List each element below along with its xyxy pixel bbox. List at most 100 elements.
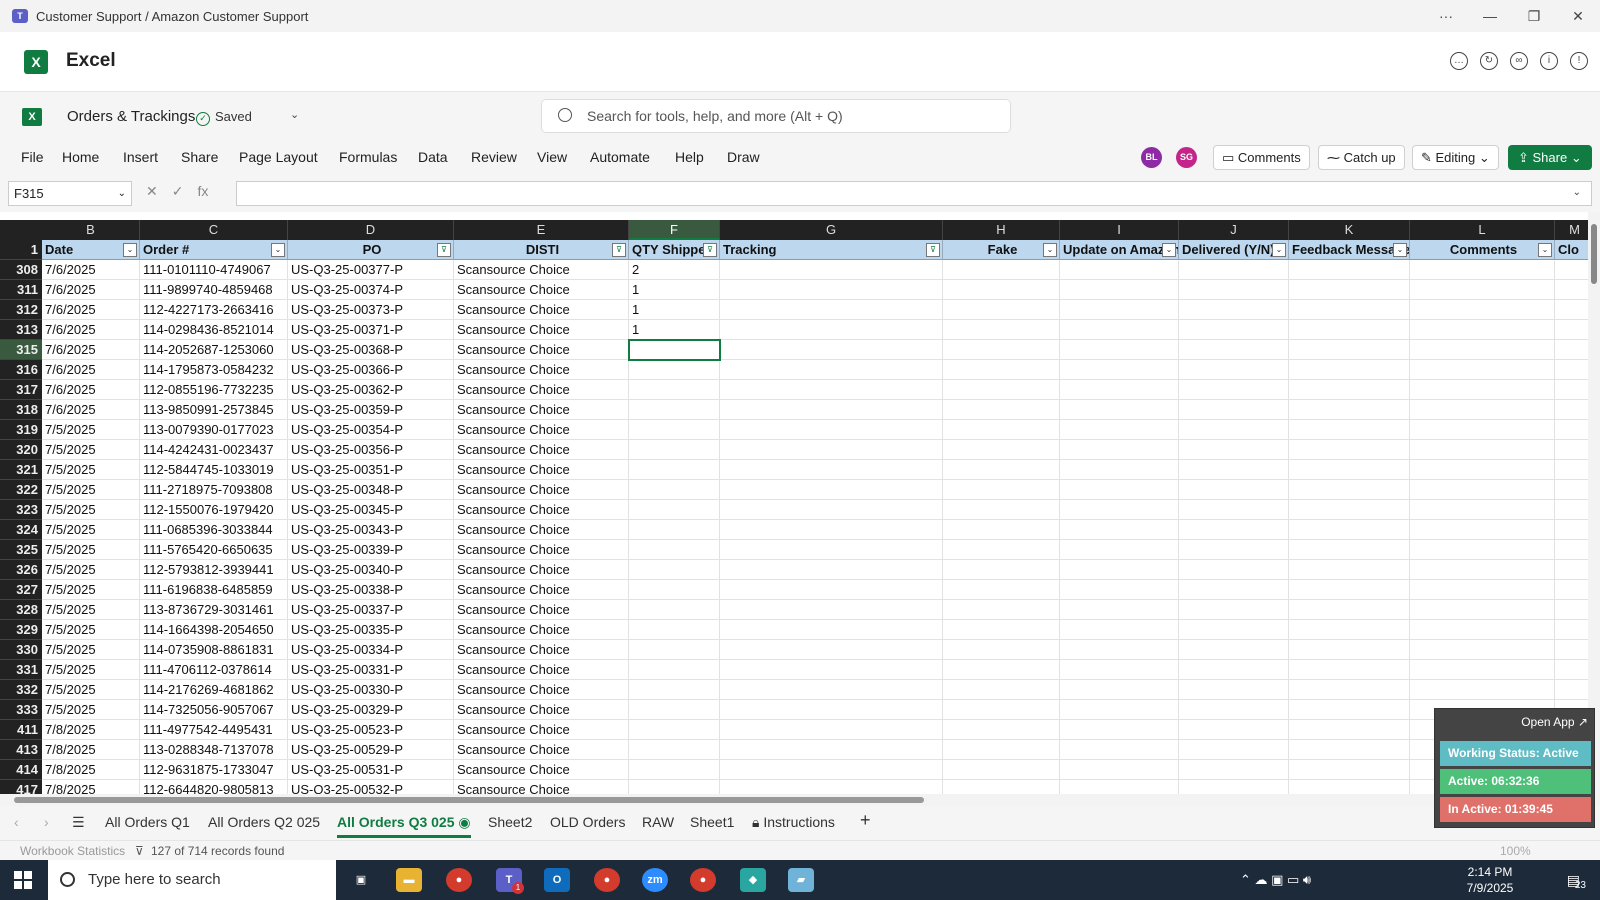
- table-cell[interactable]: [943, 500, 1060, 520]
- table-cell[interactable]: [1289, 760, 1410, 780]
- table-cell[interactable]: 7/6/2025: [42, 300, 140, 320]
- row-header[interactable]: 312: [0, 300, 42, 320]
- table-cell[interactable]: Scansource Choice: [454, 680, 629, 700]
- table-cell[interactable]: [1555, 580, 1588, 600]
- table-header-cell[interactable]: Feedback Message: [1289, 240, 1410, 260]
- table-cell[interactable]: Scansource Choice: [454, 720, 629, 740]
- table-cell[interactable]: [943, 780, 1060, 794]
- filter-dropdown-icon[interactable]: ⌄: [123, 243, 137, 257]
- table-cell[interactable]: US-Q3-25-00523-P: [288, 720, 454, 740]
- table-cell[interactable]: [1060, 360, 1179, 380]
- table-cell[interactable]: US-Q3-25-00362-P: [288, 380, 454, 400]
- table-cell[interactable]: [1289, 420, 1410, 440]
- menu-draw[interactable]: Draw: [727, 149, 760, 165]
- table-cell[interactable]: [1410, 400, 1555, 420]
- table-cell[interactable]: 114-2176269-4681862: [140, 680, 288, 700]
- table-cell[interactable]: [1555, 320, 1588, 340]
- table-cell[interactable]: 111-0685396-3033844: [140, 520, 288, 540]
- tray-icons[interactable]: ⌃ ☁ ▣ ▭ 🔊︎: [1240, 872, 1370, 888]
- table-cell[interactable]: Scansource Choice: [454, 500, 629, 520]
- table-cell[interactable]: [720, 260, 943, 280]
- app-icon[interactable]: ▰: [788, 868, 814, 892]
- table-cell[interactable]: [1060, 440, 1179, 460]
- table-cell[interactable]: [1179, 640, 1289, 660]
- table-cell[interactable]: [943, 660, 1060, 680]
- table-cell[interactable]: US-Q3-25-00366-P: [288, 360, 454, 380]
- table-cell[interactable]: 7/8/2025: [42, 720, 140, 740]
- table-cell[interactable]: [1289, 720, 1410, 740]
- table-header-cell[interactable]: Tracking: [720, 240, 943, 260]
- table-cell[interactable]: [1179, 340, 1289, 360]
- table-cell[interactable]: [1410, 480, 1555, 500]
- table-cell[interactable]: 1: [629, 300, 720, 320]
- minimize-button[interactable]: —: [1468, 0, 1512, 32]
- table-cell[interactable]: [1289, 400, 1410, 420]
- table-cell[interactable]: 7/6/2025: [42, 320, 140, 340]
- table-cell[interactable]: Scansource Choice: [454, 760, 629, 780]
- table-cell[interactable]: [1060, 660, 1179, 680]
- table-cell[interactable]: [943, 440, 1060, 460]
- table-cell[interactable]: [1060, 780, 1179, 794]
- table-cell[interactable]: [1179, 320, 1289, 340]
- table-cell[interactable]: [1179, 300, 1289, 320]
- table-cell[interactable]: 7/5/2025: [42, 540, 140, 560]
- table-cell[interactable]: 114-1795873-0584232: [140, 360, 288, 380]
- app-icon[interactable]: ◆: [740, 868, 766, 892]
- table-cell[interactable]: [1179, 480, 1289, 500]
- spreadsheet-grid[interactable]: BCDEFGHIJKLM 1 Date ⌄ Order # ⌄ PO ⊽ DISTI ⊽ QTY …: [0, 220, 1588, 794]
- table-cell[interactable]: 7/5/2025: [42, 520, 140, 540]
- table-cell[interactable]: 7/5/2025: [42, 640, 140, 660]
- table-cell[interactable]: [1555, 680, 1588, 700]
- column-header[interactable]: C: [140, 220, 288, 240]
- table-cell[interactable]: [943, 580, 1060, 600]
- menu-share[interactable]: Share: [181, 149, 218, 165]
- table-cell[interactable]: [1555, 540, 1588, 560]
- table-cell[interactable]: [1060, 280, 1179, 300]
- table-cell[interactable]: US-Q3-25-00374-P: [288, 280, 454, 300]
- table-cell[interactable]: [1410, 680, 1555, 700]
- table-cell[interactable]: [1060, 720, 1179, 740]
- table-cell[interactable]: [1555, 400, 1588, 420]
- table-cell[interactable]: [720, 560, 943, 580]
- table-cell[interactable]: Scansource Choice: [454, 480, 629, 500]
- table-cell[interactable]: [1289, 660, 1410, 680]
- menu-home[interactable]: Home: [62, 149, 99, 165]
- table-cell[interactable]: US-Q3-25-00331-P: [288, 660, 454, 680]
- table-cell[interactable]: [1555, 640, 1588, 660]
- table-cell[interactable]: [1060, 700, 1179, 720]
- table-cell[interactable]: [720, 540, 943, 560]
- filter-dropdown-icon[interactable]: ⌄: [1538, 243, 1552, 257]
- table-cell[interactable]: 113-8736729-3031461: [140, 600, 288, 620]
- table-cell[interactable]: 111-2718975-7093808: [140, 480, 288, 500]
- table-cell[interactable]: [1060, 620, 1179, 640]
- row-header[interactable]: 413: [0, 740, 42, 760]
- table-cell[interactable]: 112-9631875-1733047: [140, 760, 288, 780]
- table-cell[interactable]: [943, 260, 1060, 280]
- zoom-icon[interactable]: zm: [642, 868, 668, 892]
- table-cell[interactable]: [720, 620, 943, 640]
- filter-dropdown-icon[interactable]: ⌄: [271, 243, 285, 257]
- row-header[interactable]: 308: [0, 260, 42, 280]
- table-cell[interactable]: [629, 680, 720, 700]
- table-cell[interactable]: [1060, 320, 1179, 340]
- table-cell[interactable]: 7/6/2025: [42, 400, 140, 420]
- table-cell[interactable]: US-Q3-25-00340-P: [288, 560, 454, 580]
- refresh-icon[interactable]: ↻: [1480, 52, 1498, 70]
- filter-active-icon[interactable]: ⊽: [437, 243, 451, 257]
- table-cell[interactable]: 113-0079390-0177023: [140, 420, 288, 440]
- table-cell[interactable]: [1410, 300, 1555, 320]
- table-cell[interactable]: [1410, 460, 1555, 480]
- sheet-list-icon[interactable]: ☰: [72, 814, 85, 831]
- table-cell[interactable]: 7/5/2025: [42, 560, 140, 580]
- table-cell[interactable]: [943, 400, 1060, 420]
- task-view-icon[interactable]: ▣: [348, 868, 374, 892]
- table-cell[interactable]: [629, 660, 720, 680]
- table-cell[interactable]: [1179, 500, 1289, 520]
- vertical-scrollbar[interactable]: [1588, 212, 1600, 794]
- table-cell[interactable]: [943, 380, 1060, 400]
- table-header-cell[interactable]: Comments: [1410, 240, 1555, 260]
- table-cell[interactable]: [1179, 380, 1289, 400]
- table-cell[interactable]: US-Q3-25-00359-P: [288, 400, 454, 420]
- table-cell[interactable]: [720, 420, 943, 440]
- tab-old-orders[interactable]: OLD Orders: [550, 814, 625, 830]
